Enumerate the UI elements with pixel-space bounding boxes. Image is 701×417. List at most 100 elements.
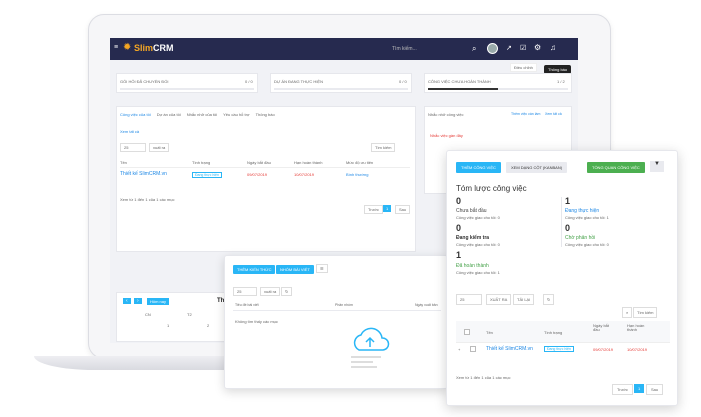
stat-label: CÔNG VIỆC CHƯA HOÀN THÀNH <box>428 79 491 84</box>
logo-text-a: Slim <box>134 43 154 53</box>
check-icon[interactable]: ☑ <box>520 44 526 52</box>
table-header: Tên Tình trạng Ngày bắt đầu Hạn hoàn thà… <box>456 321 670 343</box>
reload-button[interactable]: TẢI LẠI <box>513 294 535 305</box>
tasks-window: THÊM CÔNG VIỆC XEM DẠNG CỘT (KANBAN) TỔN… <box>446 150 678 406</box>
summary-sub: Công việc giao cho tôi: 0 <box>565 242 609 247</box>
calendar-day[interactable]: 1 <box>167 323 169 328</box>
col-due: Hạn hoàn thành <box>294 160 323 165</box>
summary-label: Chưa bắt đầu <box>456 208 487 214</box>
top-navbar: ≡ ✹ SlimCRM Tìm kiếm... ⌕ ↗ ☑ ⚙ ♫ <box>110 38 578 60</box>
settings-icon[interactable]: ⚙ <box>534 43 541 52</box>
today-button[interactable]: Hôm nay <box>147 298 170 305</box>
refresh-icon[interactable]: ↻ <box>543 294 555 305</box>
search-input[interactable]: Tìm kiếm... <box>392 46 417 52</box>
priority[interactable]: Bình thường <box>346 172 368 177</box>
add-task-button[interactable]: THÊM CÔNG VIỆC <box>456 162 501 173</box>
page-1-button[interactable]: 1 <box>634 384 645 393</box>
task-name-link[interactable]: Thiết kế SlimCRM.vn <box>120 171 192 177</box>
kanban-view-button[interactable]: XEM DẠNG CỘT (KANBAN) <box>506 162 568 173</box>
table-divider <box>233 310 441 311</box>
empty-cloud-icon <box>351 327 390 368</box>
summary-count: 0 <box>456 223 462 233</box>
stat-value: 1 / 2 <box>557 79 565 84</box>
tab-support[interactable]: Yêu cầu hỗ trợ <box>223 112 249 117</box>
export-button[interactable]: xuất ra <box>260 287 281 296</box>
search-input[interactable]: Tìm kiếm <box>633 307 658 318</box>
table-row[interactable]: Thiết kế SlimCRM.vn Đang thực hiện 09/07… <box>120 171 410 178</box>
search-icon[interactable]: ⌕ <box>622 307 633 318</box>
search-icon[interactable]: ⌕ <box>472 44 476 54</box>
summary-divider <box>561 197 562 247</box>
search-input[interactable]: Tìm kiếm <box>371 143 396 152</box>
table-row[interactable]: + Thiết kế SlimCRM.vn Đang thực hiện 09/… <box>456 343 670 356</box>
tab-my-projects[interactable]: Dự án của tôi <box>157 112 181 117</box>
page-size-select[interactable]: 25 <box>456 294 482 305</box>
page-1-button[interactable]: 1 <box>383 205 392 212</box>
due-date: 10/07/2019 <box>294 171 315 177</box>
stat-label: GÓI HỎI ĐÃ CHUYỂN ĐỔI <box>120 79 169 84</box>
col-group: Phân nhóm <box>335 303 353 307</box>
summary-title: Tóm lược công việc <box>456 184 527 193</box>
task-overview-button[interactable]: TỔNG QUAN CÔNG VIỆC <box>587 162 645 173</box>
col-name: Tên <box>486 330 493 335</box>
select-all-checkbox[interactable] <box>464 329 470 335</box>
col-start: Ngày bắt đầu <box>247 160 271 165</box>
stat-bar <box>120 88 254 90</box>
export-button[interactable]: XUẤT RA <box>486 294 512 305</box>
day-header-cn: CN <box>145 312 151 317</box>
summary-label: Đã hoàn thành <box>456 263 489 269</box>
col-priority: Mức độ ưu tiên <box>346 160 374 165</box>
calendar-day[interactable]: 2 <box>207 323 209 328</box>
avatar[interactable] <box>487 43 498 54</box>
stat-value: 0 / 0 <box>399 79 407 84</box>
stat-card-3: CÔNG VIỆC CHƯA HOÀN THÀNH 1 / 2 <box>424 73 572 93</box>
stat-card-1: GÓI HỎI ĐÃ CHUYỂN ĐỔI 0 / 0 <box>116 73 258 93</box>
summary-sub: Công việc giao cho tôi: 1 <box>456 270 500 275</box>
share-icon[interactable]: ↗ <box>506 44 512 52</box>
reminder-title: Nhắc nhở công việc <box>428 112 464 117</box>
menu-icon[interactable]: ≡ <box>114 44 118 51</box>
filter-icon[interactable]: ▼ <box>650 161 664 172</box>
recent-reminders-alert: Nhắc việc gần đây <box>430 133 463 138</box>
next-month-button[interactable]: › <box>134 298 142 304</box>
next-page-button[interactable]: Sau <box>646 384 664 395</box>
row-checkbox[interactable] <box>470 346 476 352</box>
summary-sub: Công việc giao cho tôi: 0 <box>456 215 500 220</box>
start-date: 09/07/2019 <box>593 347 614 352</box>
task-panel: Công việc của tôi Dự án của tôi Nhắc nhở… <box>116 106 416 252</box>
article-groups-button[interactable]: NHÓM BÀI VIẾT <box>276 265 314 274</box>
add-knowledge-button[interactable]: THÊM KIẾN THỨC <box>233 265 276 274</box>
view-all-link[interactable]: Xem tất cả <box>545 112 562 116</box>
status-badge[interactable]: Đang thực hiện <box>544 346 574 352</box>
bell-icon[interactable]: ♫ <box>550 43 556 52</box>
tab-notifications[interactable]: Thông báo <box>256 112 275 117</box>
summary-sub: Công việc giao cho tôi: 1 <box>565 215 609 220</box>
export-button[interactable]: xuất ra <box>149 143 170 152</box>
page-size-select[interactable]: 25 <box>233 287 257 296</box>
col-start: Ngày bắt đầu <box>593 323 610 332</box>
expand-icon[interactable]: + <box>458 347 460 352</box>
stat-bar <box>428 88 568 90</box>
summary-label: Đang thực hiện <box>565 208 600 214</box>
pagination-info: Xem từ 1 đến 1 của 1 các mục <box>456 375 511 380</box>
tab-my-reminders[interactable]: Nhắc nhở của tôi <box>187 112 217 117</box>
next-page-button[interactable]: Sau <box>395 205 411 214</box>
task-name-link[interactable]: Thiết kế SlimCRM.vn <box>486 346 533 352</box>
summary-label: Chờ phản hồi <box>565 235 596 241</box>
col-status: Tình trạng <box>192 160 211 165</box>
add-todo-link[interactable]: Thêm việc cần làm <box>511 112 540 116</box>
prev-month-button[interactable]: ‹ <box>123 298 131 304</box>
prev-page-button[interactable]: Trước <box>612 384 633 395</box>
stat-value: 0 / 0 <box>245 79 253 84</box>
status-badge[interactable]: Đang thực hiện <box>192 171 222 178</box>
logo[interactable]: SlimCRM <box>134 43 174 53</box>
page-size-select[interactable]: 25 <box>120 143 146 152</box>
tab-my-tasks[interactable]: Công việc của tôi <box>120 112 151 117</box>
stat-card-2: DỰ ÁN ĐANG THỰC HIỆN 0 / 0 <box>270 73 412 93</box>
list-view-icon[interactable]: ☰ <box>316 264 328 273</box>
reload-icon[interactable]: ↻ <box>281 287 293 296</box>
prev-page-button[interactable]: Trước <box>364 205 383 214</box>
col-name: Tên <box>120 160 127 165</box>
view-all-link[interactable]: Xem tất cả <box>120 129 139 134</box>
col-published: Ngày xuất bản <box>415 303 438 307</box>
